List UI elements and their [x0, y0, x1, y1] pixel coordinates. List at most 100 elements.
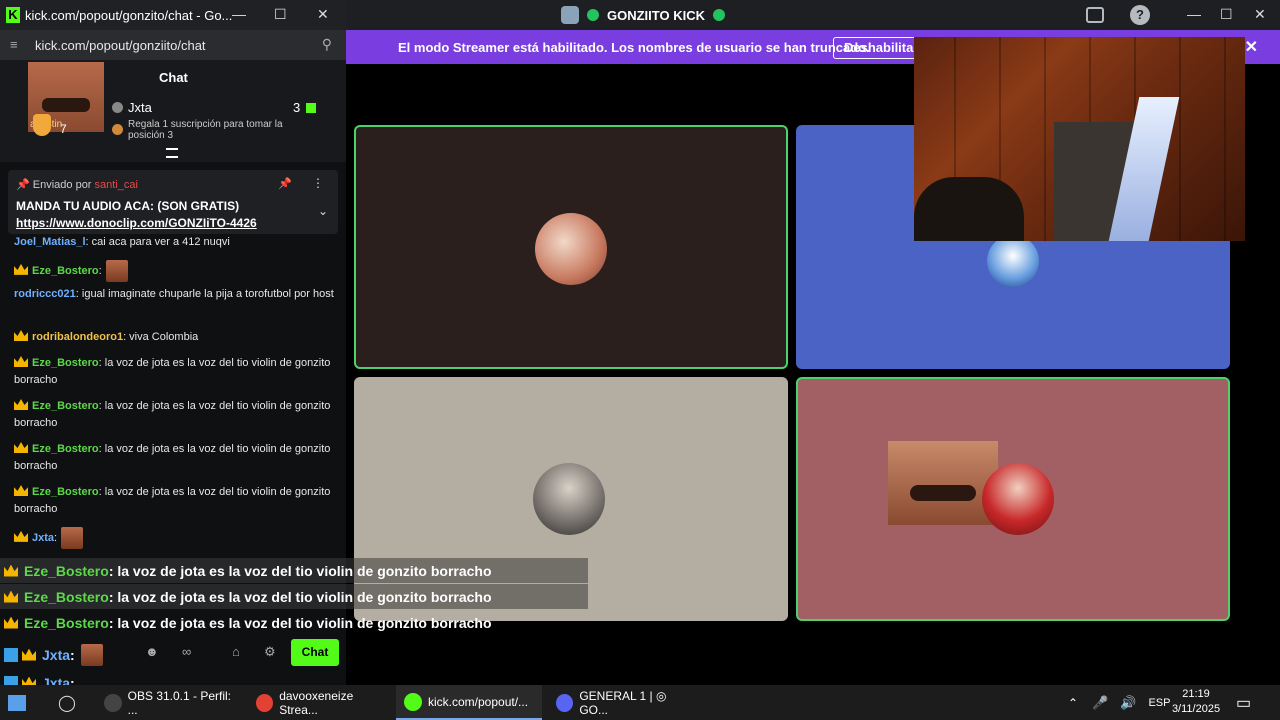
chat-username[interactable]: rodriccc021 [14, 288, 76, 300]
pin-icon[interactable]: 📌 [278, 177, 292, 190]
more-options-icon[interactable]: ⋮ [312, 176, 324, 190]
minimize-icon[interactable]: — [232, 6, 246, 22]
taskbar-app-label: GENERAL 1 | ◎ GO... [579, 688, 667, 717]
taskbar-app[interactable]: GENERAL 1 | ◎ GO... [548, 685, 694, 720]
leaderboard-badge-icon [33, 114, 51, 136]
site-settings-icon[interactable]: ≡ [10, 37, 18, 52]
chat-username[interactable]: Eze_Bostero [32, 265, 99, 277]
pinned-sender[interactable]: santi_cai [95, 179, 138, 191]
overlay-message: Eze_Bostero : la voz de jota es la voz d… [0, 610, 492, 635]
taskbar-app-label: davooxeneize Strea... [279, 688, 354, 717]
chat-message[interactable]: Eze_Bostero: la voz de jota es la voz de… [14, 398, 336, 432]
close-icon[interactable]: ✕ [317, 6, 329, 23]
app-icon [256, 693, 274, 712]
crown-badge-icon [14, 330, 28, 341]
microphone-icon[interactable]: 🎤 [1092, 695, 1108, 711]
server-name: GONZIITO KICK [607, 7, 705, 23]
chat-text: : [54, 531, 58, 544]
chat-username[interactable]: Eze_Bostero [32, 486, 99, 498]
clock[interactable]: 21:19 3/11/2025 [1170, 687, 1222, 717]
collapse-icon[interactable] [166, 148, 178, 158]
participant-avatar [535, 213, 607, 285]
crown-badge-icon [14, 399, 28, 410]
pinned-message[interactable]: 📌 Enviado por santi_cai 📌 ⋮ ⌄ MANDA TU A… [8, 170, 338, 234]
chat-message[interactable]: rodribalondeoro1: viva Colombia [14, 329, 336, 346]
crown-badge-icon [14, 263, 28, 275]
chat-message[interactable]: Jxta: [14, 527, 336, 549]
notification-icon[interactable]: ▭ [1236, 685, 1251, 720]
taskbar-app[interactable]: davooxeneize Strea... [248, 685, 390, 720]
taskbar-app[interactable]: OBS 31.0.1 - Perfil: ... [96, 685, 242, 720]
crown-badge-icon [14, 530, 28, 542]
pinned-label: Enviado por [32, 179, 92, 191]
app-icon [104, 693, 122, 712]
overlay-username: Eze_Bostero [24, 614, 109, 631]
zoom-icon[interactable]: ⚲ [322, 36, 332, 53]
volume-icon[interactable]: 🔊 [1120, 695, 1136, 711]
overlay-username: Jxta [42, 646, 71, 663]
chat-message[interactable]: Eze_Bostero: [14, 260, 336, 282]
overlay-text: : la voz de jota es la voz del tio violi… [108, 562, 492, 579]
overlay-text: : la voz de jota es la voz del tio violi… [108, 614, 492, 631]
close-icon[interactable]: ✕ [1254, 6, 1266, 23]
settings-icon[interactable]: ⚙ [264, 644, 276, 660]
chevron-up-icon[interactable]: ⌃ [1068, 696, 1078, 710]
banner-close-icon[interactable]: ✕ [1245, 37, 1258, 57]
chat-message[interactable]: Eze_Bostero: la voz de jota es la voz de… [14, 441, 336, 475]
chat-username[interactable]: Eze_Bostero [32, 400, 99, 412]
chat-username[interactable]: rodribalondeoro1 [32, 331, 123, 343]
participant-tile[interactable] [354, 125, 788, 369]
screen: GONZIITO KICK ? — ☐ ✕ El modo Streamer e… [0, 0, 1280, 720]
sub-icon [112, 124, 123, 135]
emote-image [61, 527, 84, 549]
taskbar: ◯ OBS 31.0.1 - Perfil: ... davooxeneize S… [0, 685, 1280, 720]
language-indicator[interactable]: ESP [1148, 697, 1170, 709]
app-icon [404, 692, 422, 711]
inbox-icon[interactable] [1086, 7, 1104, 23]
crown-badge-icon [14, 485, 28, 496]
chat-message[interactable]: Joel_Matias_l: cai aca para ver a 412 nu… [14, 234, 336, 251]
clock-date: 3/11/2025 [1171, 703, 1221, 715]
user-badge-icon [112, 102, 123, 113]
emote-image [105, 260, 128, 282]
chat-header-label: Chat [159, 70, 188, 85]
chat-username[interactable]: Joel_Matias_l [14, 236, 86, 248]
pinned-link[interactable]: https://www.donoclip.com/GONZIiTO-4426 [16, 216, 257, 230]
search-button[interactable]: ◯ [50, 685, 90, 720]
overlay-message: Eze_Bostero : la voz de jota es la voz d… [0, 558, 588, 583]
chat-username[interactable]: Jxta [32, 532, 54, 544]
crown-badge-icon [14, 442, 28, 453]
server-icon [561, 6, 579, 24]
send-chat-button[interactable]: Chat [291, 639, 339, 666]
maximize-icon[interactable]: ☐ [274, 6, 287, 23]
pinned-text: MANDA TU AUDIO ACA: (SON GRATIS) [16, 199, 240, 213]
taskbar-app-label: OBS 31.0.1 - Perfil: ... [127, 688, 232, 717]
windows-icon [8, 694, 26, 711]
connections-icon[interactable]: ∞ [182, 644, 191, 659]
kick-logo-icon: K [6, 7, 20, 23]
chat-message[interactable]: rodriccc021: igual imaginate chuparle la… [14, 286, 336, 303]
tray-icons: ⌃ 🎤 🔊 ESP [1068, 685, 1170, 720]
crown-badge-icon [14, 356, 28, 367]
minimize-icon[interactable]: — [1187, 6, 1201, 22]
maximize-icon[interactable]: ☐ [1220, 6, 1233, 23]
address-bar[interactable]: ≡ kick.com/popout/gonziito/chat ⚲ [0, 30, 346, 60]
pin-small-icon: 📌 [16, 179, 30, 191]
crown-badge-icon [22, 648, 36, 661]
store-icon[interactable]: ⌂ [232, 644, 240, 659]
chat-username[interactable]: Eze_Bostero [32, 357, 99, 369]
chat-username[interactable]: Eze_Bostero [32, 443, 99, 455]
chevron-down-icon[interactable]: ⌄ [318, 204, 328, 218]
overlay-text: : la voz de jota es la voz del tio violi… [108, 588, 492, 605]
server-title: GONZIITO KICK [561, 6, 725, 24]
chat-message[interactable]: Eze_Bostero: la voz de jota es la voz de… [14, 355, 336, 389]
kick-title-bar: K kick.com/popout/gonzito/chat - Go... —… [0, 0, 346, 30]
start-button[interactable] [0, 685, 40, 720]
url-text[interactable]: kick.com/popout/gonziito/chat [35, 38, 206, 53]
emoji-icon[interactable]: ☻ [145, 644, 159, 659]
participant-tile[interactable] [796, 377, 1230, 621]
discord-title-bar: GONZIITO KICK ? — ☐ ✕ [346, 0, 1280, 30]
chat-message[interactable]: Eze_Bostero: la voz de jota es la voz de… [14, 484, 336, 518]
taskbar-app[interactable]: kick.com/popout/... [396, 685, 542, 720]
help-icon[interactable]: ? [1130, 5, 1150, 25]
